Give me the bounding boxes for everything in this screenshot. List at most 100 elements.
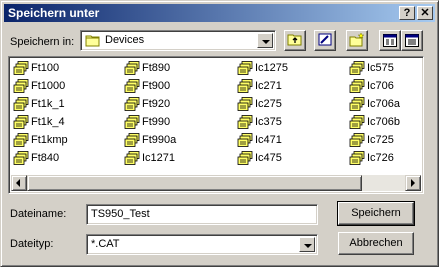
save-in-value: Devices <box>105 34 145 46</box>
filename-label: Dateiname: <box>10 208 67 220</box>
file-icon <box>13 79 29 93</box>
scroll-left-button[interactable] <box>11 175 27 191</box>
file-icon <box>124 79 140 93</box>
file-name: Ic706b <box>367 116 401 128</box>
file-item[interactable]: Ic275 <box>237 97 282 111</box>
file-name: Ft100 <box>31 62 60 74</box>
scroll-right-button[interactable] <box>405 175 421 191</box>
file-name: Ic706a <box>367 98 401 110</box>
file-item[interactable]: Ic706 <box>349 79 394 93</box>
file-item[interactable]: Ic726 <box>349 151 394 165</box>
file-icon <box>13 151 29 165</box>
file-icon <box>124 133 140 147</box>
filetype-dropdown[interactable]: *.CAT <box>86 234 318 255</box>
file-item[interactable]: Ft840 <box>13 151 59 165</box>
file-name: Ic471 <box>255 134 282 146</box>
file-item[interactable]: Ic575 <box>349 61 394 75</box>
title-bar[interactable]: Speichern unter ? ✕ <box>4 4 435 22</box>
file-icon <box>349 133 365 147</box>
arrow-left-icon <box>16 179 20 187</box>
save-button[interactable]: Speichern <box>337 201 415 226</box>
file-icon <box>13 61 29 75</box>
file-item[interactable]: Ic1275 <box>237 61 288 75</box>
file-item[interactable]: Ft990a <box>124 133 176 147</box>
dialog-title: Speichern unter <box>8 6 100 20</box>
file-name: Ft1k_4 <box>31 116 65 128</box>
file-name: Ft990 <box>142 116 171 128</box>
file-item[interactable]: Ft1k_1 <box>13 97 65 111</box>
file-icon <box>237 115 253 129</box>
file-name: Ic375 <box>255 116 282 128</box>
scroll-thumb[interactable] <box>27 175 362 191</box>
file-name: Ft990a <box>142 134 177 146</box>
filename-input[interactable]: TS950_Test <box>86 204 318 225</box>
file-item[interactable]: Ft900 <box>124 79 170 93</box>
close-button[interactable]: ✕ <box>417 6 433 20</box>
file-item[interactable]: Ic1271 <box>124 151 175 165</box>
up-one-level-button[interactable] <box>284 30 306 51</box>
file-icon <box>124 97 140 111</box>
file-name: Ft900 <box>142 80 171 92</box>
filename-value: TS950_Test <box>91 208 150 220</box>
file-icon <box>124 151 140 165</box>
file-name: Ft890 <box>142 62 171 74</box>
file-item[interactable]: Ft1k_4 <box>13 115 65 129</box>
file-item[interactable]: Ic475 <box>237 151 282 165</box>
file-name: Ic475 <box>255 152 282 164</box>
help-button[interactable]: ? <box>399 6 415 20</box>
desktop-icon <box>317 33 333 50</box>
new-folder-button[interactable] <box>346 30 368 51</box>
file-icon <box>349 115 365 129</box>
file-icon <box>124 61 140 75</box>
save-in-label: Speichern in: <box>10 36 75 48</box>
file-item[interactable]: Ft1000 <box>13 79 65 93</box>
file-icon <box>349 97 365 111</box>
folder-up-icon <box>287 33 303 50</box>
file-item[interactable]: Ic271 <box>237 79 282 93</box>
desktop-button[interactable] <box>314 30 336 51</box>
file-icon <box>237 79 253 93</box>
cancel-button[interactable]: Abbrechen <box>338 232 414 255</box>
file-item[interactable]: Ft920 <box>124 97 170 111</box>
file-name: Ft920 <box>142 98 171 110</box>
file-item[interactable]: Ic706a <box>349 97 400 111</box>
file-name: Ft1000 <box>31 80 66 92</box>
file-name: Ft840 <box>31 152 60 164</box>
file-name: Ic726 <box>367 152 394 164</box>
file-item[interactable]: Ic706b <box>349 115 400 129</box>
chevron-down-icon[interactable] <box>257 33 273 48</box>
file-item[interactable]: Ft1kmp <box>13 133 68 147</box>
chevron-down-icon[interactable] <box>299 237 315 252</box>
file-icon <box>13 115 29 129</box>
file-name: Ic725 <box>367 134 394 146</box>
file-item[interactable]: Ft990 <box>124 115 170 129</box>
file-name: Ic271 <box>255 80 282 92</box>
filetype-value: *.CAT <box>91 238 120 250</box>
list-view-button[interactable] <box>379 30 401 51</box>
arrow-right-icon <box>411 179 415 187</box>
save-as-dialog: Speichern unter ? ✕ Speichern in: Device… <box>0 0 439 267</box>
details-view-icon <box>405 34 419 50</box>
cancel-button-label: Abbrechen <box>349 237 403 249</box>
file-item[interactable]: Ic375 <box>237 115 282 129</box>
file-item[interactable]: Ft100 <box>13 61 59 75</box>
list-view-icon <box>383 34 397 50</box>
new-folder-icon <box>349 32 365 50</box>
file-name: Ic1271 <box>142 152 176 164</box>
file-icon <box>349 79 365 93</box>
save-button-label: Speichern <box>351 207 401 219</box>
file-item[interactable]: Ic725 <box>349 133 394 147</box>
save-in-dropdown[interactable]: Devices <box>80 30 276 51</box>
horizontal-scrollbar[interactable] <box>11 175 421 191</box>
file-icon <box>124 115 140 129</box>
file-icon <box>13 133 29 147</box>
file-name: Ic575 <box>367 62 394 74</box>
file-item[interactable]: Ic471 <box>237 133 282 147</box>
file-name: Ic275 <box>255 98 282 110</box>
details-view-button[interactable] <box>401 30 423 51</box>
file-icon <box>237 151 253 165</box>
file-item[interactable]: Ft890 <box>124 61 170 75</box>
file-icon <box>13 97 29 111</box>
file-list[interactable]: Ft100 Ft890 Ic1275 Ic575 Ft1000 Ft900 Ic271 Ic7… <box>8 56 424 194</box>
file-icon <box>237 61 253 75</box>
